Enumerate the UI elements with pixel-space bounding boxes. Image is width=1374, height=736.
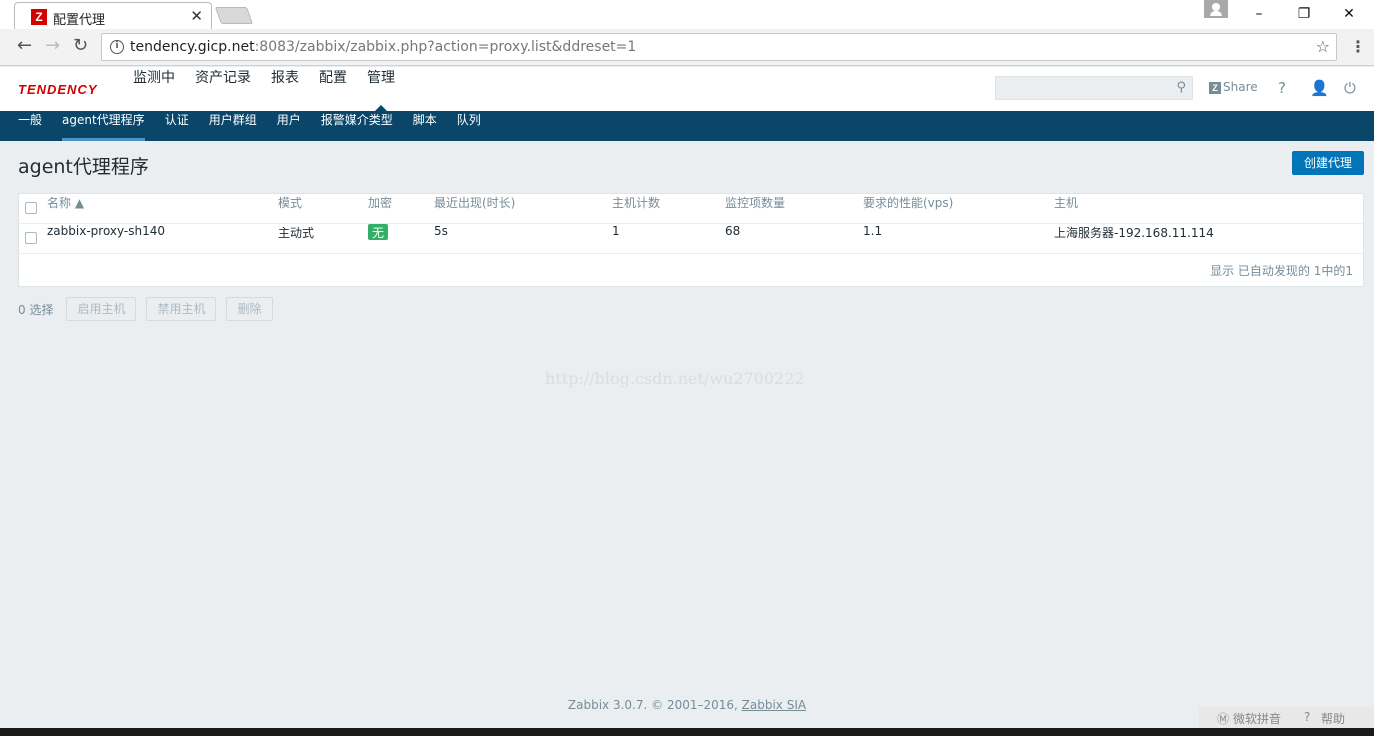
share-label: Share — [1223, 80, 1258, 94]
required-performance: 1.1 — [863, 224, 883, 238]
footer-text: Zabbix 3.0.7. © 2001–2016, — [567, 698, 742, 712]
reload-icon[interactable]: ↻ — [73, 35, 88, 56]
os-taskbar — [0, 728, 1374, 736]
window-close-icon[interactable]: ✕ — [1334, 0, 1364, 28]
address-bar: ← → ↻ i tendency.gicp.net:8083/zabbix/za… — [0, 29, 1374, 66]
create-proxy-button[interactable]: 创建代理 — [1292, 151, 1364, 175]
watermark: http://blog.csdn.net/wu2700222 — [545, 369, 805, 388]
top-menu-administration[interactable]: 管理 — [357, 67, 405, 111]
browser-menu-icon[interactable]: ⋮ — [1350, 37, 1366, 56]
forward-arrow-icon[interactable]: → — [45, 35, 60, 56]
help-icon[interactable]: ? — [1278, 79, 1286, 97]
search-input[interactable]: ⚲ — [995, 76, 1193, 100]
select-all-checkbox[interactable] — [25, 202, 37, 214]
sub-menu-queue[interactable]: 队列 — [447, 111, 491, 141]
footer: Zabbix 3.0.7. © 2001–2016, Zabbix SIA — [0, 698, 1374, 712]
ime-help[interactable]: 帮助 — [1321, 710, 1345, 727]
zabbix-share-icon: Z — [1209, 82, 1221, 94]
mass-actions: 0 选择 启用主机 禁用主机 删除 — [18, 297, 283, 321]
column-header-last-seen: 最近出现(时长) — [434, 196, 516, 210]
top-menu-reports[interactable]: 报表 — [261, 67, 309, 111]
host-count: 1 — [612, 224, 620, 238]
column-header-name[interactable]: 名称 ▲ — [47, 194, 84, 224]
column-header-mode: 模式 — [278, 196, 303, 210]
sign-out-icon[interactable]: ⏻ — [1344, 79, 1356, 97]
delete-button[interactable]: 删除 — [226, 297, 273, 321]
site-info-icon[interactable]: i — [110, 40, 124, 54]
ime-logo-icon[interactable]: Ⓜ — [1217, 710, 1229, 727]
sub-menu-media-types[interactable]: 报警媒介类型 — [311, 111, 403, 141]
sub-menu-user-groups[interactable]: 用户群组 — [199, 111, 267, 141]
sub-menu: 一般 agent代理程序 认证 用户群组 用户 报警媒介类型 脚本 队列 — [0, 111, 1374, 141]
table-header-row: 名称 ▲ 模式 加密 最近出现(时长) 主机计数 监控项数量 要求的性能(vps… — [19, 194, 1363, 224]
proxy-mode: 主动式 — [278, 226, 315, 240]
back-arrow-icon[interactable]: ← — [17, 35, 32, 56]
restore-icon[interactable]: ❐ — [1289, 0, 1319, 28]
enable-hosts-button[interactable]: 启用主机 — [66, 297, 137, 321]
host-link[interactable]: 上海服务器-192.168.11.114 — [1054, 224, 1214, 254]
sub-menu-proxies[interactable]: agent代理程序 — [52, 111, 155, 141]
top-menu: 监测中 资产记录 报表 配置 管理 — [123, 67, 405, 111]
column-header-item-count: 监控项数量 — [725, 196, 786, 210]
bookmark-star-icon[interactable]: ☆ — [1316, 37, 1330, 56]
url-text: tendency.gicp.net:8083/zabbix/zabbix.php… — [130, 39, 636, 55]
disable-hosts-button[interactable]: 禁用主机 — [146, 297, 217, 321]
zabbix-header: TENDENCY 监测中 资产记录 报表 配置 管理 ⚲ Z Share ? 👤 … — [0, 67, 1374, 111]
zabbix-favicon-icon: Z — [31, 9, 47, 25]
sub-menu-authentication[interactable]: 认证 — [155, 111, 199, 141]
ime-toolbar: Ⓜ 微软拼音 ? 帮助 — [1199, 707, 1374, 729]
user-body-icon — [1210, 11, 1222, 16]
last-seen: 5s — [434, 224, 448, 238]
encryption-badge: 无 — [368, 224, 389, 240]
help-circle-icon[interactable]: ? — [1304, 710, 1310, 724]
ime-name[interactable]: 微软拼音 — [1233, 710, 1281, 727]
user-head-icon — [1212, 3, 1220, 11]
paging-info: 显示 已自动发现的 1中的1 — [1210, 264, 1353, 278]
proxy-table: 名称 ▲ 模式 加密 最近出现(时长) 主机计数 监控项数量 要求的性能(vps… — [18, 193, 1364, 287]
top-menu-configuration[interactable]: 配置 — [309, 67, 357, 111]
page-title: agent代理程序 — [18, 156, 149, 178]
footer-link[interactable]: Zabbix SIA — [742, 698, 806, 712]
browser-tab-title: 配置代理 — [53, 13, 106, 28]
proxy-name-link[interactable]: zabbix-proxy-sh140 — [47, 224, 165, 254]
browser-tab-bar: Z 配置代理 ✕ – ❐ ✕ — [0, 0, 1374, 29]
sub-menu-general[interactable]: 一般 — [8, 111, 52, 141]
column-header-host-count: 主机计数 — [612, 196, 661, 210]
browser-tab[interactable]: Z 配置代理 ✕ — [14, 2, 212, 29]
url-input[interactable]: i tendency.gicp.net:8083/zabbix/zabbix.p… — [101, 33, 1337, 61]
top-menu-monitoring[interactable]: 监测中 — [123, 67, 185, 111]
browser-profile-button[interactable] — [1204, 0, 1228, 18]
url-host: tendency.gicp.net — [130, 39, 255, 55]
minimize-icon[interactable]: – — [1244, 0, 1274, 28]
encryption-cell: 无 — [368, 224, 389, 254]
new-tab-button[interactable] — [214, 7, 254, 24]
column-header-encryption: 加密 — [368, 196, 393, 210]
tab-close-icon[interactable]: ✕ — [190, 7, 203, 25]
tendency-logo[interactable]: TENDENCY — [18, 82, 98, 97]
selected-count: 0 选择 — [18, 302, 54, 317]
sub-menu-scripts[interactable]: 脚本 — [403, 111, 447, 141]
top-menu-inventory[interactable]: 资产记录 — [185, 67, 261, 111]
column-header-hosts: 主机 — [1054, 196, 1079, 210]
url-path: :8083/zabbix/zabbix.php?action=proxy.lis… — [254, 39, 637, 55]
column-header-required-performance: 要求的性能(vps) — [863, 196, 954, 210]
share-link[interactable]: Z Share — [1209, 80, 1258, 94]
sub-menu-users[interactable]: 用户 — [267, 111, 311, 141]
search-icon[interactable]: ⚲ — [1176, 80, 1186, 95]
user-profile-icon[interactable]: 👤 — [1310, 79, 1329, 97]
item-count: 68 — [725, 224, 741, 238]
table-row: zabbix-proxy-sh140 主动式 无 5s 1 68 1.1 上海服… — [19, 224, 1363, 254]
row-checkbox[interactable] — [25, 232, 37, 244]
